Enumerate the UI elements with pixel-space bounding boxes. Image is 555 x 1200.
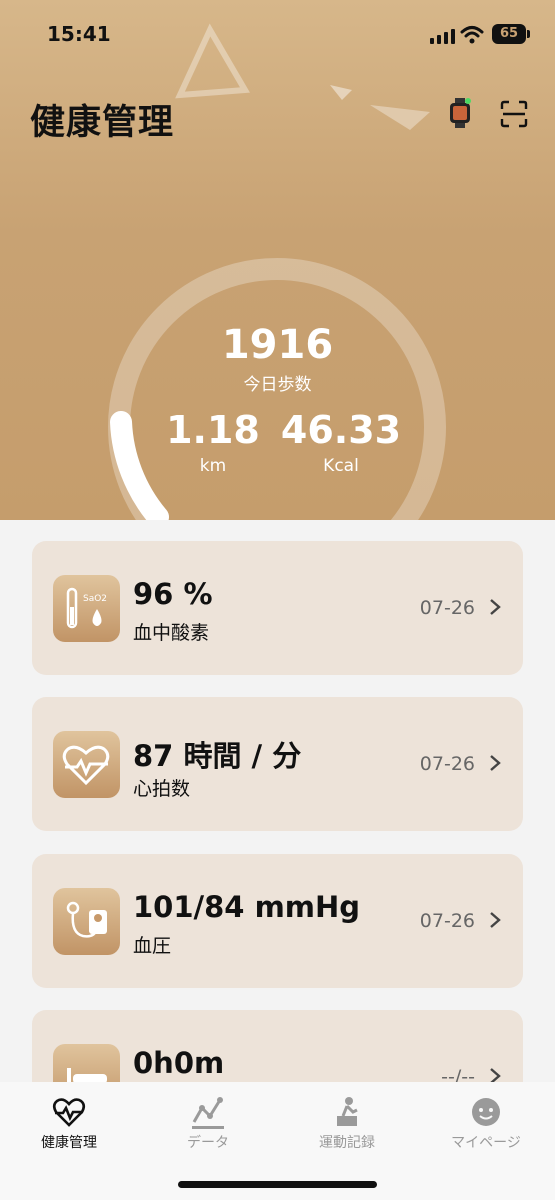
card-blood-pressure[interactable]: 101/84 mmHg 血圧 07-26 [32, 854, 523, 988]
steps-label: 今日歩数 [243, 375, 312, 395]
heart-rate-label: 心拍数 [133, 778, 191, 800]
distance-unit: km [199, 456, 227, 476]
battery-icon: 65 [492, 24, 530, 44]
wifi-icon [460, 26, 484, 44]
blood-pressure-date: 07-26 [419, 910, 475, 932]
blood-oxygen-icon: SaO2 [53, 575, 120, 642]
heart-rate-icon [53, 731, 120, 798]
calories-value: 46.33 [280, 408, 402, 452]
blood-pressure-label: 血圧 [133, 935, 172, 957]
heart-rate-value: 87 時間 / 分 [133, 739, 302, 773]
exercise-icon [337, 1097, 358, 1126]
heart-rate-date: 07-26 [419, 753, 475, 775]
heart-pulse-icon [52, 1098, 86, 1127]
tab-exercise[interactable]: 運動記録 [278, 1082, 416, 1172]
page-title: 健康管理 [30, 103, 175, 143]
distance-value: 1.18 [166, 408, 260, 452]
chevron-right-icon [490, 599, 501, 615]
blood-oxygen-date: 07-26 [419, 597, 475, 619]
cellular-signal-icon [430, 29, 455, 44]
data-chart-icon [192, 1097, 224, 1129]
steps-progress-ring [108, 23, 446, 520]
status-time: 15:41 [47, 22, 111, 46]
sao2-badge: SaO2 [83, 594, 107, 604]
card-heart-rate[interactable]: 87 時間 / 分 心拍数 07-26 [32, 697, 523, 831]
home-indicator [178, 1181, 377, 1188]
chevron-right-icon [490, 912, 501, 928]
tab-exercise-label: 運動記録 [319, 1135, 375, 1151]
steps-value: 1916 [221, 322, 334, 368]
tab-data-label: データ [187, 1135, 229, 1151]
smartwatch-icon[interactable] [448, 98, 472, 128]
scan-icon[interactable] [500, 100, 528, 128]
blood-oxygen-value: 96 % [133, 577, 213, 611]
tab-data[interactable]: データ [139, 1082, 277, 1172]
card-blood-oxygen[interactable]: SaO2 96 % 血中酸素 07-26 [32, 541, 523, 675]
blood-pressure-value: 101/84 mmHg [133, 890, 361, 924]
chevron-right-icon [490, 755, 501, 771]
blood-oxygen-label: 血中酸素 [133, 622, 210, 644]
tab-mypage-label: マイページ [451, 1135, 521, 1151]
status-bar: 15:41 65 [0, 0, 555, 60]
tab-health[interactable]: 健康管理 [0, 1082, 138, 1172]
sleep-value: 0h0m [133, 1046, 225, 1080]
tab-health-label: 健康管理 [41, 1135, 97, 1151]
tab-mypage[interactable]: マイページ [417, 1082, 555, 1172]
summary-hero: 15:41 65 健康管理 1916 今日歩数 1.18 km 46.33 Kc… [0, 0, 555, 520]
profile-icon [472, 1098, 500, 1126]
blood-pressure-icon [53, 888, 120, 955]
calories-unit: Kcal [323, 456, 359, 476]
